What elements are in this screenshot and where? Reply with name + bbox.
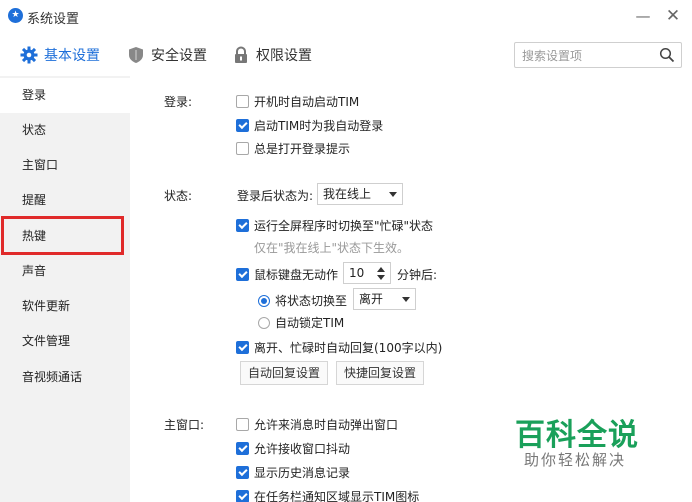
fullscreen-hint: 仅在"我在线上"状态下生效。: [254, 241, 410, 255]
auto-lock-option[interactable]: 自动锁定TIM: [258, 314, 344, 331]
tab-label: 基本设置: [44, 48, 100, 64]
shake-checkbox[interactable]: [236, 442, 249, 455]
switch-status-radio[interactable]: [258, 294, 270, 307]
idle-option[interactable]: 鼠标键盘无动作: [236, 266, 338, 283]
tab-security-settings[interactable]: 安全设置: [127, 43, 207, 67]
auto-login-checkbox[interactable]: [236, 119, 249, 132]
tab-label: 权限设置: [256, 48, 312, 64]
stepper-up-icon[interactable]: [377, 267, 385, 272]
history-label: 显示历史消息记录: [254, 466, 351, 480]
watermark-subtitle: 助你轻松解决: [524, 451, 627, 469]
search-input[interactable]: [522, 47, 652, 64]
after-login-status-select[interactable]: 我在线上: [317, 183, 403, 205]
sidebar: 登录 状态 主窗口 提醒 热键 声音 软件更新 文件管理 音视频通话: [0, 76, 130, 502]
history-option[interactable]: 显示历史消息记录: [236, 464, 350, 481]
section-label-login: 登录:: [164, 95, 193, 109]
tray-icon-label: 在任务栏通知区域显示TIM图标: [254, 490, 420, 502]
sidebar-item-file-management[interactable]: 文件管理: [0, 324, 130, 359]
history-checkbox[interactable]: [236, 466, 249, 479]
search-box: [514, 42, 682, 68]
auto-start-label: 开机时自动启动TIM: [254, 95, 360, 109]
chevron-down-icon: [389, 192, 397, 197]
fullscreen-busy-checkbox[interactable]: [236, 219, 249, 232]
tab-label: 安全设置: [151, 48, 207, 64]
select-value: 我在线上: [323, 187, 372, 201]
window-title: 系统设置: [27, 12, 80, 27]
login-prompt-label: 总是打开登录提示: [254, 142, 351, 156]
minimize-button[interactable]: —: [632, 6, 654, 26]
title-bar: ★ 系统设置 — ✕: [0, 0, 692, 34]
switch-status-option[interactable]: 将状态切换至: [258, 292, 347, 309]
quick-reply-settings-button[interactable]: 快捷回复设置: [336, 361, 424, 385]
sidebar-item-reminder[interactable]: 提醒: [0, 183, 130, 218]
login-prompt-option[interactable]: 总是打开登录提示: [236, 140, 350, 157]
switch-status-select[interactable]: 离开: [353, 288, 416, 310]
stepper-down-icon[interactable]: [377, 275, 385, 280]
select-value: 离开: [359, 292, 384, 306]
idle-minutes-stepper[interactable]: 10: [343, 262, 391, 284]
fullscreen-busy-option[interactable]: 运行全屏程序时切换至"忙碌"状态: [236, 217, 433, 234]
shake-label: 允许接收窗口抖动: [254, 442, 351, 456]
lock-icon: [232, 46, 250, 64]
shield-icon: [127, 46, 145, 64]
app-logo-icon: ★: [8, 8, 23, 23]
sidebar-item-login[interactable]: 登录: [0, 78, 130, 113]
shake-option[interactable]: 允许接收窗口抖动: [236, 440, 350, 457]
popup-option[interactable]: 允许来消息时自动弹出窗口: [236, 416, 398, 433]
idle-label: 鼠标键盘无动作: [254, 268, 339, 282]
auto-lock-label: 自动锁定TIM: [275, 316, 345, 330]
auto-start-option[interactable]: 开机时自动启动TIM: [236, 93, 359, 110]
auto-reply-checkbox[interactable]: [236, 341, 249, 354]
tab-permission-settings[interactable]: 权限设置: [232, 43, 312, 67]
close-button[interactable]: ✕: [662, 6, 684, 26]
auto-start-checkbox[interactable]: [236, 95, 249, 108]
section-label-main-window: 主窗口:: [164, 418, 205, 432]
sidebar-item-main-window[interactable]: 主窗口: [0, 148, 130, 183]
gear-icon: [20, 46, 38, 64]
auto-reply-settings-button[interactable]: 自动回复设置: [240, 361, 328, 385]
chevron-down-icon: [402, 297, 410, 302]
popup-checkbox[interactable]: [236, 418, 249, 431]
switch-status-label: 将状态切换至: [275, 294, 348, 308]
tab-basic-settings[interactable]: 基本设置: [20, 43, 100, 67]
idle-suffix: 分钟后:: [397, 268, 438, 282]
after-login-status-label: 登录后状态为:: [237, 189, 314, 203]
auto-lock-radio[interactable]: [258, 316, 270, 329]
fullscreen-busy-label: 运行全屏程序时切换至"忙碌"状态: [254, 219, 434, 233]
sidebar-item-hotkey[interactable]: 热键: [0, 219, 130, 254]
popup-label: 允许来消息时自动弹出窗口: [254, 418, 399, 432]
sidebar-item-software-update[interactable]: 软件更新: [0, 289, 130, 324]
auto-reply-label: 离开、忙碌时自动回复(100字以内): [254, 341, 443, 355]
auto-login-label: 启动TIM时为我自动登录: [254, 119, 384, 133]
idle-checkbox[interactable]: [236, 268, 249, 281]
login-prompt-checkbox[interactable]: [236, 142, 249, 155]
section-label-status: 状态:: [164, 189, 193, 203]
tray-icon-checkbox[interactable]: [236, 490, 249, 502]
watermark-title: 百科全说: [515, 418, 639, 453]
search-icon[interactable]: [659, 47, 675, 63]
sidebar-item-av-call[interactable]: 音视频通话: [0, 360, 130, 395]
auto-reply-option[interactable]: 离开、忙碌时自动回复(100字以内): [236, 339, 442, 356]
sidebar-item-sound[interactable]: 声音: [0, 254, 130, 289]
sidebar-item-status[interactable]: 状态: [0, 113, 130, 148]
auto-login-option[interactable]: 启动TIM时为我自动登录: [236, 117, 383, 134]
tray-icon-option[interactable]: 在任务栏通知区域显示TIM图标: [236, 488, 419, 502]
idle-minutes-value: 10: [349, 266, 365, 280]
